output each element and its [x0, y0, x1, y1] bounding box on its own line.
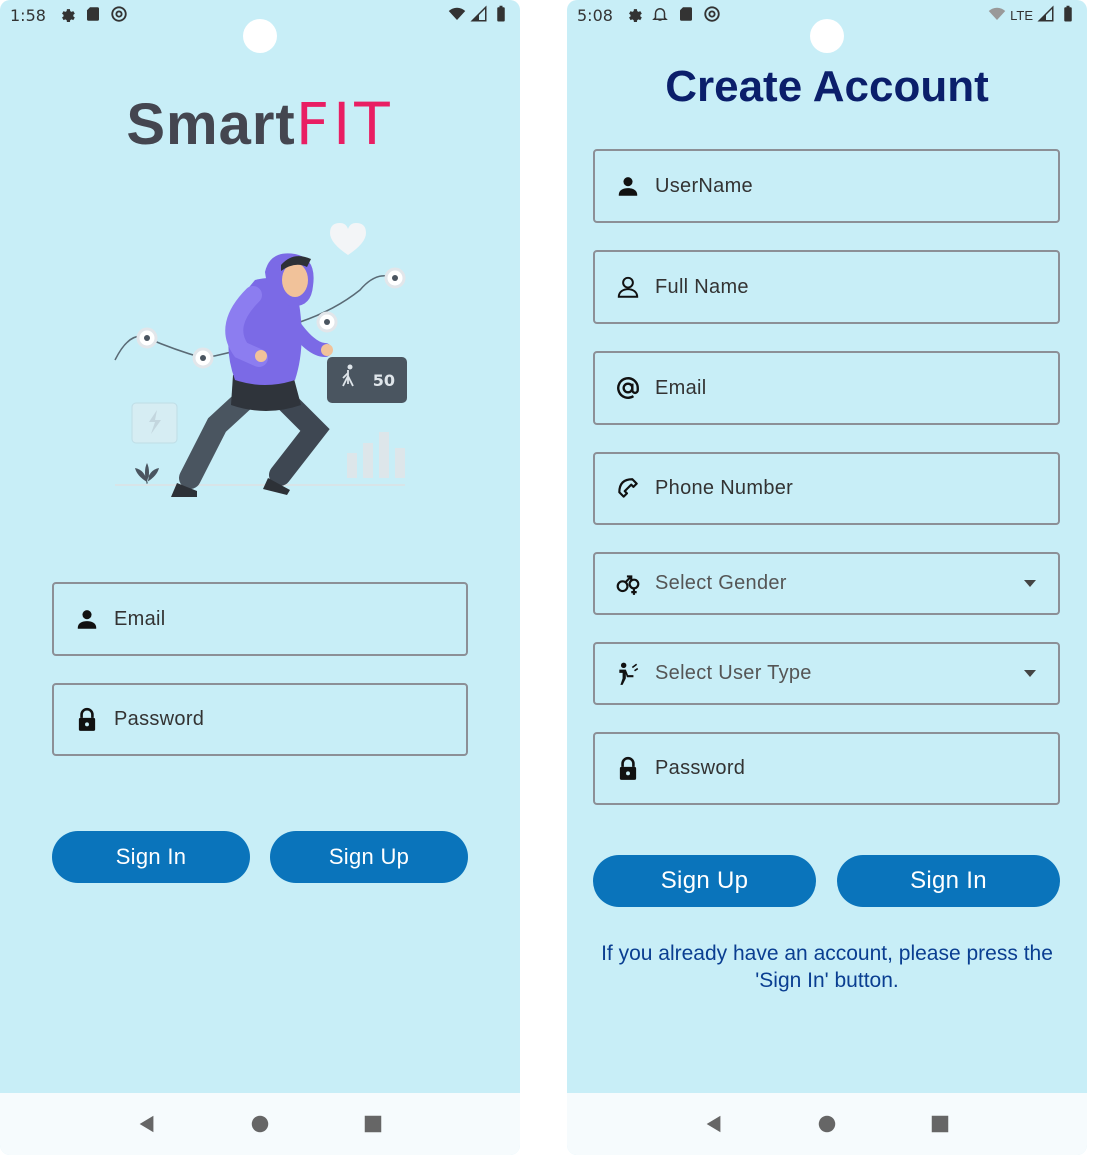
status-right: LTE: [988, 5, 1077, 26]
sign-in-hint: If you already have an account, please p…: [601, 942, 1053, 992]
signal-icon: [470, 5, 488, 26]
bell-icon: [651, 5, 669, 28]
battery-icon: [492, 5, 510, 26]
app-name-fit: FIT: [295, 90, 394, 158]
wifi-icon: [988, 5, 1006, 26]
username-label: UserName: [655, 174, 753, 197]
user-type-label: Select User Type: [655, 662, 812, 684]
email-field[interactable]: Email: [593, 351, 1060, 425]
lock-icon: [613, 754, 643, 784]
chevron-down-icon: [1024, 579, 1036, 587]
gender-label: Select Gender: [655, 572, 787, 594]
password-field[interactable]: Password: [593, 732, 1060, 805]
status-time: 5:08: [577, 6, 613, 25]
recents-icon[interactable]: [361, 1112, 385, 1136]
sign-up-button[interactable]: Sign Up: [593, 855, 816, 907]
gender-icon: [613, 569, 643, 599]
person-icon: [72, 604, 102, 634]
app-logo-title: SmartFIT: [0, 90, 520, 158]
back-icon[interactable]: [135, 1112, 159, 1136]
sign-in-button[interactable]: Sign In: [52, 831, 250, 883]
status-right: [448, 5, 510, 26]
sign-in-button[interactable]: Sign In: [837, 855, 1060, 907]
sign-up-button[interactable]: Sign Up: [270, 831, 468, 883]
at-icon: [613, 373, 643, 403]
home-icon[interactable]: [248, 1112, 272, 1136]
camera-cutout: [243, 19, 277, 53]
status-time: 1:58: [10, 6, 46, 25]
sd-card-icon: [677, 5, 695, 28]
person-icon: [613, 171, 643, 201]
status-icons: [58, 5, 128, 28]
runner-illustration: 50: [114, 223, 407, 497]
phone-icon: [613, 474, 643, 504]
battery-icon: [1059, 5, 1077, 26]
username-field[interactable]: UserName: [593, 149, 1060, 223]
steps-count: 50: [373, 371, 395, 390]
network-type: LTE: [1010, 8, 1033, 23]
login-password-label: Password: [114, 708, 205, 730]
user-type-select[interactable]: Select User Type: [593, 642, 1060, 705]
signal-icon: [1037, 5, 1055, 26]
nav-bar: [0, 1093, 520, 1155]
signup-screen: 5:08 LTE Create Account UserName Full Na…: [567, 0, 1087, 1155]
phone-field[interactable]: Phone Number: [593, 452, 1060, 525]
back-icon[interactable]: [702, 1112, 726, 1136]
user-type-icon: [613, 659, 643, 689]
phone-label: Phone Number: [655, 477, 794, 499]
settings-icon: [625, 5, 643, 28]
sd-card-icon: [84, 5, 102, 28]
lock-icon: [72, 705, 102, 735]
settings-icon: [58, 5, 76, 28]
status-icons: [625, 5, 721, 28]
wifi-icon: [448, 5, 466, 26]
camera-cutout: [810, 19, 844, 53]
password-label: Password: [655, 757, 746, 779]
app-name-smart: Smart: [126, 92, 296, 157]
fullname-field[interactable]: Full Name: [593, 250, 1060, 324]
nav-bar: [567, 1093, 1087, 1155]
login-password-field[interactable]: Password: [52, 683, 468, 756]
person-outline-icon: [613, 272, 643, 302]
fullname-label: Full Name: [655, 275, 749, 298]
page-title: Create Account: [665, 62, 989, 111]
recents-icon[interactable]: [928, 1112, 952, 1136]
login-email-field[interactable]: Email: [52, 582, 468, 656]
at-circle-icon: [703, 5, 721, 28]
gender-select[interactable]: Select Gender: [593, 552, 1060, 615]
email-label: Email: [655, 376, 707, 399]
home-icon[interactable]: [815, 1112, 839, 1136]
at-circle-icon: [110, 5, 128, 28]
login-email-label: Email: [114, 607, 166, 630]
login-screen: 1:58 SmartFIT 50 Email Password Sign In …: [0, 0, 520, 1155]
chevron-down-icon: [1024, 669, 1036, 677]
